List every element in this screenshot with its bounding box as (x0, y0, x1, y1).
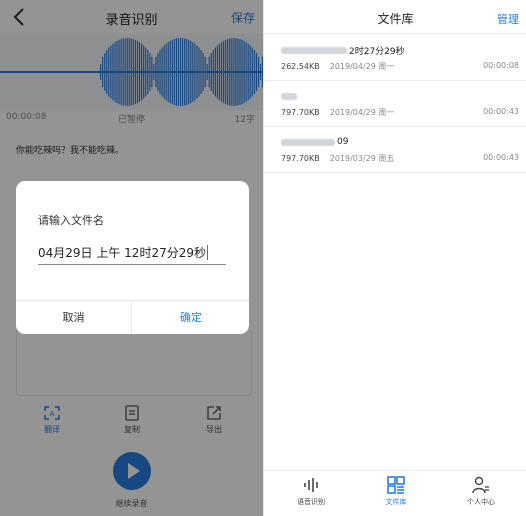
filename-input[interactable]: 04月29日 上午 12时27分29秒 (38, 240, 226, 265)
redacted-text (281, 138, 335, 146)
file-meta: 797.70KB 2019/03/29 周五 (281, 153, 394, 164)
cancel-button[interactable]: 取消 (16, 301, 132, 334)
dialog-title: 请输入文件名 (38, 214, 104, 227)
person-icon (472, 476, 489, 494)
tab-personal-center[interactable]: 个人中心 (446, 475, 516, 507)
filename-value: 04月29日 上午 12时27分29秒 (38, 245, 206, 260)
file-date: 2019/04/29 周一 (329, 62, 395, 71)
tab-voice-recognition[interactable]: 语音识别 (276, 475, 346, 507)
file-list-item[interactable]: 09 797.70KB 2019/03/29 周五 00:00:43 (264, 128, 526, 173)
file-name: 09 (281, 136, 348, 148)
file-name: 2时27分29秒 (281, 44, 405, 57)
tab-label: 个人中心 (467, 498, 495, 506)
file-size: 797.70KB (281, 154, 320, 163)
file-meta: 797.70KB 2019/04/29 周一 (281, 107, 394, 118)
file-name-text: 2时27分29秒 (349, 46, 405, 57)
file-duration: 00:00:08 (483, 61, 519, 70)
bottom-tab-bar: 语音识别 文件库 个人中心 (264, 470, 526, 516)
recording-screen: 录音识别 保存 00:00:08 已暂停 12字 你能吃辣吗？我不能吃辣。 A … (0, 0, 263, 516)
file-library-screen: 文件库 管理 2时27分29秒 262.54KB 2019/04/29 周一 00… (263, 0, 526, 516)
file-date: 2019/04/29 周一 (329, 108, 395, 117)
file-date: 2019/03/29 周五 (329, 154, 395, 163)
tab-file-library[interactable]: 文件库 (361, 475, 431, 507)
redacted-text (281, 92, 297, 100)
redacted-text (281, 46, 347, 54)
file-name-text: 09 (337, 137, 349, 147)
file-list-item[interactable]: 2时27分29秒 262.54KB 2019/04/29 周一 00:00:08 (264, 36, 526, 81)
file-list-item[interactable]: 797.70KB 2019/04/29 周一 00:00:43 (264, 82, 526, 127)
file-meta: 262.54KB 2019/04/29 周一 (281, 61, 394, 72)
file-size: 797.70KB (281, 108, 320, 117)
dialog-buttons: 取消 确定 (16, 300, 249, 334)
file-duration: 00:00:43 (483, 107, 519, 116)
file-name (281, 90, 299, 102)
tab-label: 语音识别 (297, 498, 325, 506)
file-duration: 00:00:43 (483, 153, 519, 162)
manage-button[interactable]: 管理 (497, 11, 519, 27)
page-title: 文件库 (377, 12, 414, 26)
confirm-button[interactable]: 确定 (133, 301, 249, 334)
filename-dialog: 请输入文件名 04月29日 上午 12时27分29秒 取消 确定 (16, 181, 249, 334)
waveform-icon (304, 478, 318, 492)
file-size: 262.54KB (281, 62, 320, 71)
tab-label: 文件库 (385, 498, 407, 506)
grid-list-icon (387, 476, 405, 494)
top-bar: 文件库 管理 (264, 0, 526, 34)
text-caret (206, 244, 208, 260)
